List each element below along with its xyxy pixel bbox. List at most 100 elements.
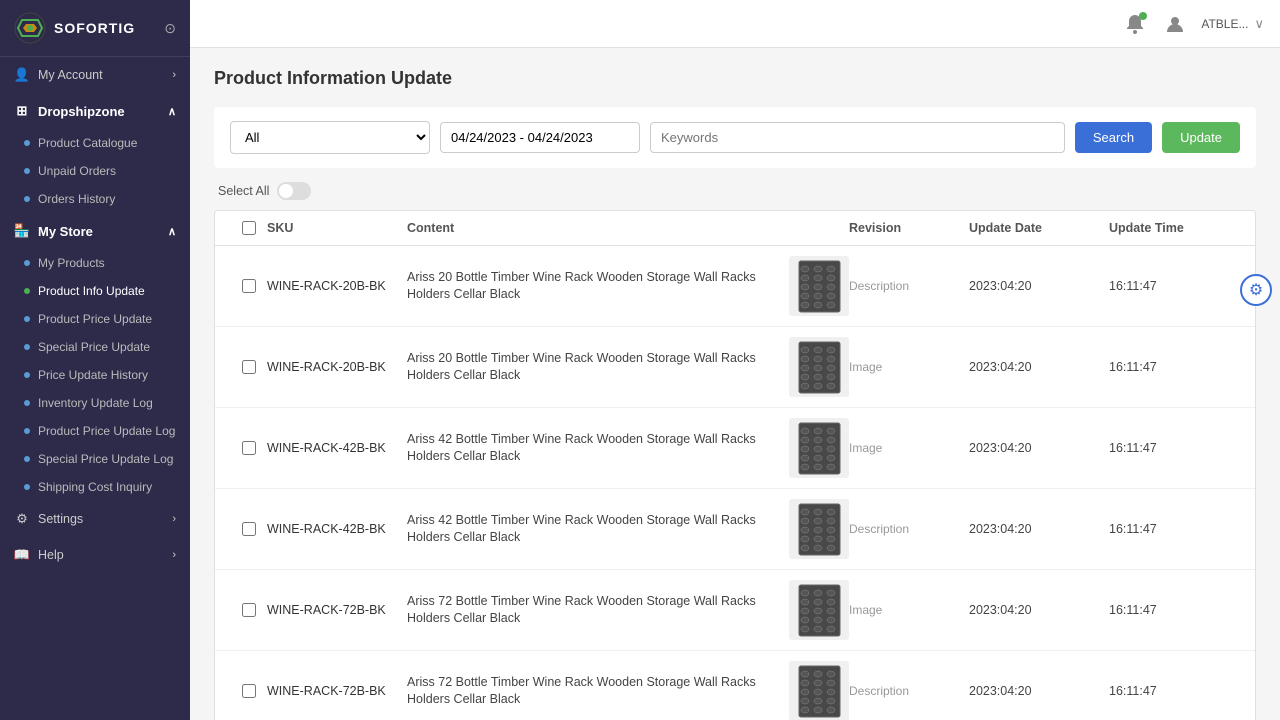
store-icon: 🏪 [14, 223, 30, 239]
filter-date-input[interactable] [440, 122, 640, 153]
chevron-right-icon: › [172, 69, 176, 81]
product-thumbnail [789, 580, 849, 640]
sidebar-item-product-price-update-log[interactable]: Product Price Update Log [10, 417, 190, 445]
topbar-user[interactable]: ATBLE... ∨ [1201, 16, 1264, 32]
wine-rack-image [797, 259, 842, 314]
sidebar-item-label: Orders History [38, 192, 115, 206]
row-checkbox-4[interactable] [242, 603, 256, 617]
wine-rack-image [797, 583, 842, 638]
gear-settings-button[interactable]: ⚙ [1240, 274, 1272, 306]
row-checkbox-cell [231, 684, 267, 698]
row-content: Ariss 42 Bottle Timber Wine Rack Wooden … [407, 499, 849, 559]
select-all-toggle[interactable] [277, 182, 311, 200]
sidebar-item-label: My Store [38, 224, 93, 239]
topbar: ATBLE... ∨ [190, 0, 1280, 48]
notification-bell[interactable] [1121, 10, 1149, 38]
sidebar-item-my-products[interactable]: My Products [10, 249, 190, 277]
row-update-time: 16:11:47 [1109, 603, 1239, 617]
filter-type-select[interactable]: All Description Image [230, 121, 430, 154]
row-update-time: 16:11:47 [1109, 684, 1239, 698]
filter-bar: All Description Image Search Update [214, 107, 1256, 168]
row-revision: Description [849, 684, 969, 698]
dot-icon [24, 140, 30, 146]
sidebar-item-price-update-history[interactable]: Price Update History [10, 361, 190, 389]
row-update-time: 16:11:47 [1109, 441, 1239, 455]
wine-rack-image [797, 502, 842, 557]
row-sku: WINE-RACK-20B-BK [267, 279, 407, 293]
sidebar-item-label: Settings [38, 512, 83, 526]
sidebar-item-dropshipzone[interactable]: ⊞ Dropshipzone ∧ [0, 93, 190, 129]
select-all-bar: Select All [214, 182, 1256, 200]
page-title: Product Information Update [214, 68, 1256, 89]
sidebar-item-shipping-cost-inquiry[interactable]: Shipping Cost Inquiry [10, 473, 190, 501]
mystore-subitems: My Products Product Info Update Product … [0, 249, 190, 501]
row-checkbox-2[interactable] [242, 441, 256, 455]
row-checkbox-cell [231, 441, 267, 455]
sidebar-item-my-account[interactable]: 👤 My Account › [0, 57, 190, 93]
sidebar-item-special-price-update[interactable]: Special Price Update [10, 333, 190, 361]
sidebar-item-label: Product Price Update [38, 312, 152, 326]
row-content: Ariss 20 Bottle Timber Wine Rack Wooden … [407, 256, 849, 316]
main-content: Product Information Update All Descripti… [190, 48, 1280, 720]
dot-icon [24, 260, 30, 266]
header-content: Content [407, 221, 849, 235]
dot-icon [24, 484, 30, 490]
sidebar-item-product-price-update[interactable]: Product Price Update [10, 305, 190, 333]
table-row: WINE-RACK-72B-BK Ariss 72 Bottle Timber … [215, 651, 1255, 720]
data-table: SKU Content Revision Update Date Update … [214, 210, 1256, 720]
row-update-date: 2023:04:20 [969, 684, 1109, 698]
sofortig-logo-icon [14, 12, 46, 44]
row-checkbox-1[interactable] [242, 360, 256, 374]
update-button[interactable]: Update [1162, 122, 1240, 153]
sidebar-item-help[interactable]: 📖 Help › [0, 537, 190, 573]
toggle-knob [279, 184, 293, 198]
row-checkbox-3[interactable] [242, 522, 256, 536]
dot-icon [24, 428, 30, 434]
user-icon [1164, 13, 1186, 35]
sidebar-item-label: Special Price Update [38, 340, 150, 354]
sidebar-item-unpaid-orders[interactable]: Unpaid Orders [10, 157, 190, 185]
row-content: Ariss 72 Bottle Timber Wine Rack Wooden … [407, 580, 849, 640]
dot-icon [24, 456, 30, 462]
filter-keywords-input[interactable] [650, 122, 1065, 153]
search-button[interactable]: Search [1075, 122, 1152, 153]
sidebar-nav: 👤 My Account › ⊞ Dropshipzone ∧ Product … [0, 57, 190, 720]
user-profile-icon[interactable] [1161, 10, 1189, 38]
row-content-text: Ariss 72 Bottle Timber Wine Rack Wooden … [407, 674, 777, 709]
row-checkbox-cell [231, 360, 267, 374]
row-update-time: 16:11:47 [1109, 279, 1239, 293]
product-thumbnail [789, 337, 849, 397]
gear-icon: ⚙ [1249, 280, 1263, 300]
sidebar-item-special-price-update-log[interactable]: Special Price Update Log [10, 445, 190, 473]
select-all-label: Select All [218, 184, 269, 198]
row-sku: WINE-RACK-42B-BK [267, 522, 407, 536]
account-icon: 👤 [14, 67, 30, 83]
wine-rack-image [797, 664, 842, 719]
sidebar-item-label: Help [38, 548, 64, 562]
logo: SOFORTIG ⊙ [0, 0, 190, 57]
header-checkbox[interactable] [242, 221, 256, 235]
sidebar-item-inventory-update-log[interactable]: Inventory Update Log [10, 389, 190, 417]
logo-expand-icon[interactable]: ⊙ [164, 20, 176, 37]
chevron-up-icon: ∧ [168, 225, 176, 238]
row-content-text: Ariss 42 Bottle Timber Wine Rack Wooden … [407, 512, 777, 547]
sidebar-item-label: My Account [38, 68, 103, 82]
chevron-right-icon: › [172, 549, 176, 561]
header-revision: Revision [849, 221, 969, 235]
sidebar-item-product-catalogue[interactable]: Product Catalogue [10, 129, 190, 157]
active-dot-icon [24, 288, 30, 294]
sidebar-item-product-info-update[interactable]: Product Info Update [10, 277, 190, 305]
row-update-date: 2023:04:20 [969, 603, 1109, 617]
row-checkbox-5[interactable] [242, 684, 256, 698]
sidebar-item-orders-history[interactable]: Orders History [10, 185, 190, 213]
dot-icon [24, 168, 30, 174]
row-sku: WINE-RACK-20B-BK [267, 360, 407, 374]
row-sku: WINE-RACK-42B-BK [267, 441, 407, 455]
table-row: WINE-RACK-20B-BK Ariss 20 Bottle Timber … [215, 327, 1255, 408]
sidebar-item-my-store[interactable]: 🏪 My Store ∧ [0, 213, 190, 249]
username-label: ATBLE... [1201, 17, 1248, 31]
sidebar-item-label: Price Update History [38, 368, 148, 382]
sidebar-item-settings[interactable]: ⚙ Settings › [0, 501, 190, 537]
dot-icon [24, 372, 30, 378]
row-checkbox-0[interactable] [242, 279, 256, 293]
